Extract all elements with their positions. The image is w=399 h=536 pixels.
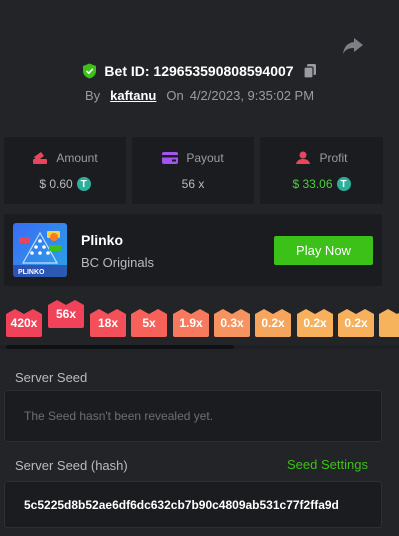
multiplier-slot: 0.2x: [297, 309, 333, 337]
stat-amount: Amount $ 0.60 T: [4, 137, 126, 204]
profit-value: $ 33.06: [292, 177, 333, 191]
multiplier-slot-partial: [379, 309, 399, 337]
on-label: On: [166, 88, 184, 103]
server-seed-hash-value: 5c5225d8b52ae6df6dc632cb7b90c4809ab531c7…: [24, 497, 339, 512]
stat-label: Profit: [319, 151, 348, 165]
multiplier-slot: 0.2x: [338, 309, 374, 337]
payout-value: 56 x: [181, 177, 205, 191]
multiplier-slot: 18x: [90, 309, 126, 337]
bet-datetime: 4/2/2023, 9:35:02 PM: [189, 88, 315, 103]
stat-payout: Payout 56 x: [132, 137, 254, 204]
bet-id-row: Bet ID: 129653590808594007: [0, 63, 399, 79]
multiplier-slot: 420x: [6, 309, 42, 337]
multiplier-row[interactable]: 420x 56x 18x 5x 1.9x 0.3x 0.2x 0.2x 0.2x: [0, 298, 399, 348]
profit-icon: [296, 151, 311, 164]
payout-icon: [162, 152, 179, 164]
bet-stats: Amount $ 0.60 T Payout 56 x Profit $ 33.…: [4, 137, 399, 204]
game-card: PLINKO Plinko BC Originals Play Now: [4, 214, 382, 286]
plinko-logo-icon: PLINKO: [13, 223, 67, 277]
multiplier-slot: 1.9x: [173, 309, 209, 337]
stat-label: Payout: [186, 151, 224, 165]
by-label: By: [84, 88, 101, 103]
server-seed-label: Server Seed: [15, 370, 88, 385]
multiplier-slot: 5x: [131, 309, 167, 337]
multiplier-scrollbar[interactable]: [6, 345, 234, 349]
tether-coin-icon: T: [76, 177, 91, 191]
username-link[interactable]: kaftanu: [110, 88, 156, 103]
multiplier-slot: 0.3x: [214, 309, 250, 337]
game-name: Plinko: [81, 232, 124, 248]
server-seed-hash-field[interactable]: 5c5225d8b52ae6df6dc632cb7b90c4809ab531c7…: [4, 481, 382, 528]
tether-coin-icon: T: [336, 177, 351, 191]
copy-icon[interactable]: [302, 63, 317, 79]
stat-profit: Profit $ 33.06 T: [260, 137, 383, 204]
thumb-title: PLINKO: [18, 269, 45, 276]
server-seed-hash-label: Server Seed (hash): [15, 458, 128, 473]
play-now-button[interactable]: Play Now: [274, 236, 373, 265]
seed-settings-link[interactable]: Seed Settings: [287, 457, 368, 472]
verified-shield-icon: [83, 63, 97, 79]
bet-meta: By kaftanu On 4/2/2023, 9:35:02 PM: [0, 88, 399, 103]
plinko-thumbnail[interactable]: PLINKO: [13, 223, 67, 277]
amount-icon: [33, 152, 48, 164]
amount-value: $ 0.60: [39, 177, 73, 191]
share-icon[interactable]: [342, 36, 364, 56]
stat-label: Amount: [56, 151, 98, 165]
multiplier-slot-active: 56x: [48, 300, 84, 328]
server-seed-value: The Seed hasn't been revealed yet.: [24, 409, 214, 423]
game-provider: BC Originals: [81, 255, 154, 270]
server-seed-field: The Seed hasn't been revealed yet.: [4, 390, 382, 442]
multiplier-slot: 0.2x: [255, 309, 291, 337]
bet-id: Bet ID: 129653590808594007: [104, 63, 294, 79]
